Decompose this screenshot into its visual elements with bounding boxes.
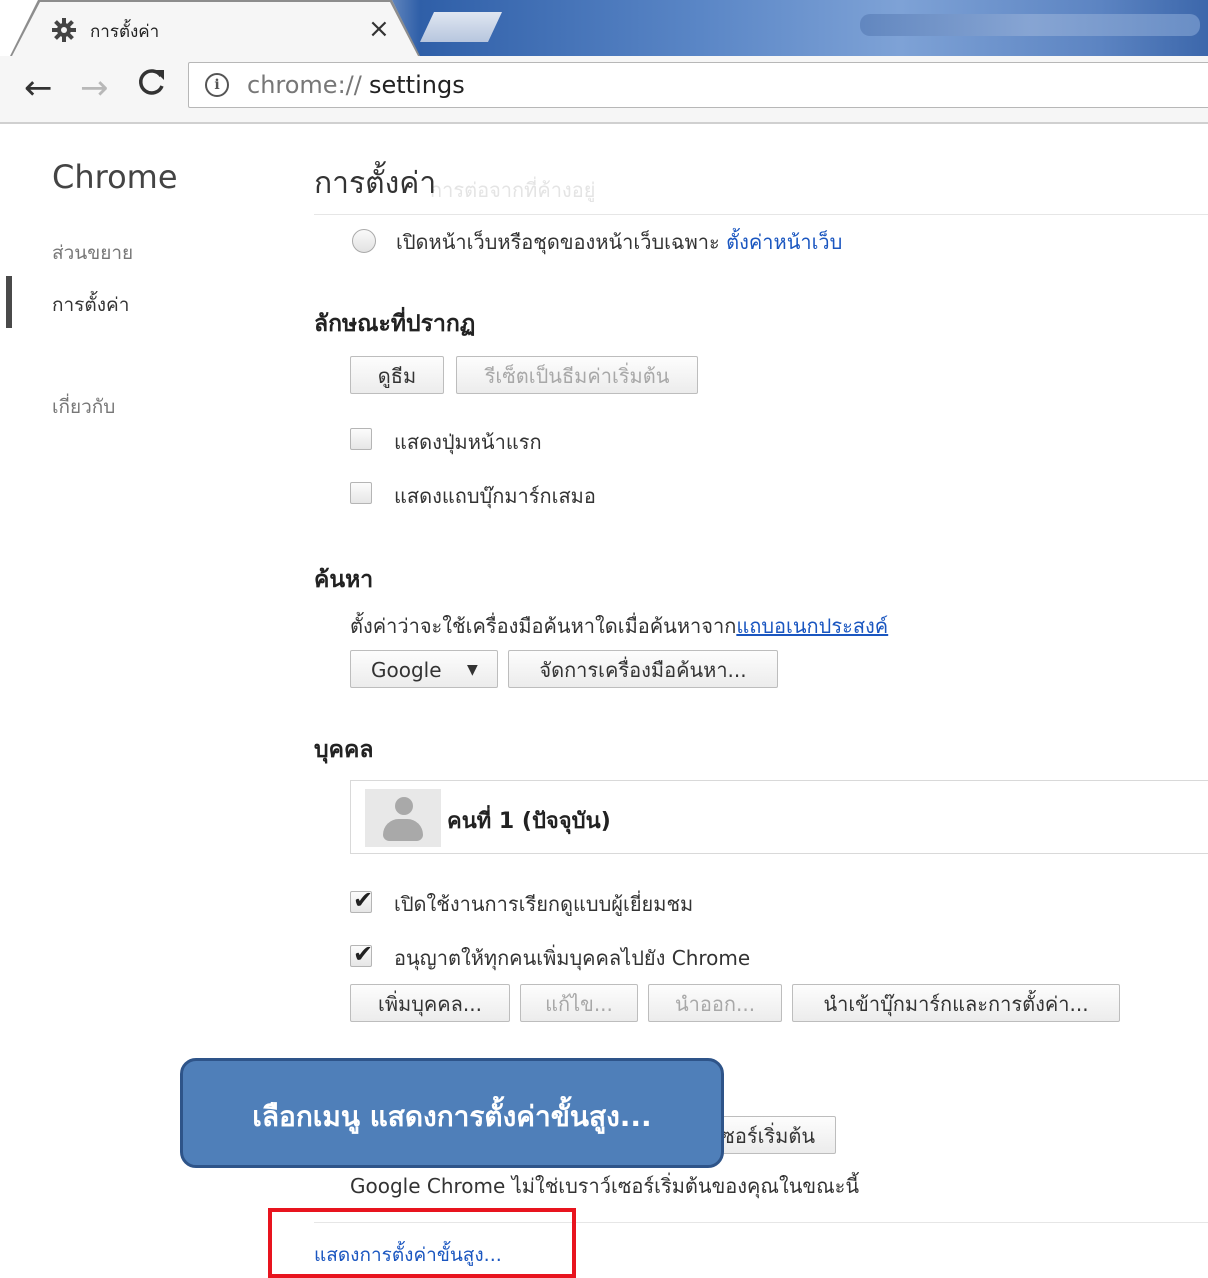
chevron-down-icon: ▼ xyxy=(467,662,478,678)
back-arrow-icon[interactable]: ← xyxy=(24,70,53,106)
avatar-head xyxy=(395,797,413,815)
people-heading: บุคคล xyxy=(314,737,374,763)
divider xyxy=(314,214,1208,215)
anyone-add-checkbox[interactable]: ✔ xyxy=(350,940,373,968)
callout-text: เลือกเมนู แสดงการตั้งค่าขั้นสูง... xyxy=(252,1100,652,1133)
instruction-callout: เลือกเมนู แสดงการตั้งค่าขั้นสูง... xyxy=(180,1058,724,1168)
toolbar: ← → i chrome:// settings xyxy=(0,56,1208,124)
get-themes-button[interactable]: ดูธีม xyxy=(350,356,444,394)
sidebar-item-settings[interactable]: การตั้งค่า xyxy=(52,290,129,320)
search-description-text: ตั้งค่าว่าจะใช้เครื่องมือค้นหาใดเมื่อค้น… xyxy=(350,614,737,638)
appearance-heading: ลักษณะที่ปรากฏ xyxy=(314,311,476,337)
startup-radio-text: เปิดหน้าเว็บหรือชุดของหน้าเว็บเฉพาะ xyxy=(396,230,720,254)
startup-radio-label: เปิดหน้าเว็บหรือชุดของหน้าเว็บเฉพาะ ตั้ง… xyxy=(396,226,842,258)
show-bookmarks-checkbox[interactable] xyxy=(350,482,372,504)
info-icon[interactable]: i xyxy=(205,73,229,97)
search-description: ตั้งค่าว่าจะใช้เครื่องมือค้นหาใดเมื่อค้น… xyxy=(350,610,888,642)
profile-name: คนที่ 1 (ปัจจุบัน) xyxy=(447,809,611,834)
default-browser-status: Google Chrome ไม่ใช่เบราว์เซอร์เริ่มต้นข… xyxy=(350,1174,860,1198)
import-bookmarks-button[interactable]: นำเข้าบุ๊กมาร์กและการตั้งค่า... xyxy=(792,984,1120,1022)
search-engine-value: Google xyxy=(371,658,442,682)
avatar xyxy=(365,789,441,847)
sidebar-item-about[interactable]: เกี่ยวกับ xyxy=(52,392,115,422)
show-home-checkbox[interactable] xyxy=(350,428,372,450)
edit-person-button[interactable]: แก้ไข... xyxy=(520,984,638,1022)
sidebar-title: Chrome xyxy=(52,158,178,196)
gear-icon xyxy=(52,18,76,42)
new-tab-button[interactable] xyxy=(420,12,502,42)
guest-browsing-checkbox[interactable]: ✔ xyxy=(350,886,373,914)
remove-person-button[interactable]: นำออก... xyxy=(648,984,782,1022)
highlight-box xyxy=(268,1208,576,1278)
reset-theme-button[interactable]: รีเซ็ตเป็นธีมค่าเริ่มต้น xyxy=(456,356,698,394)
omnibox-link[interactable]: แถบอเนกประสงค์ xyxy=(736,614,888,638)
anyone-add-label: อนุญาตให้ทุกคนเพิ่มบุคคลไปยัง Chrome xyxy=(394,946,751,970)
guest-browsing-label: เปิดใช้งานการเรียกดูแบบผู้เยี่ยมชม xyxy=(394,892,694,916)
search-heading: ค้นหา xyxy=(314,567,374,593)
show-home-label: แสดงปุ่มหน้าแรก xyxy=(394,430,542,454)
set-pages-link[interactable]: ตั้งค่าหน้าเว็บ xyxy=(726,230,842,254)
add-person-button[interactable]: เพิ่มบุคคล... xyxy=(350,984,510,1022)
startup-ghost-text: การต่อจากที่ค้างอยู่ xyxy=(430,178,596,202)
page-title: การตั้งค่า xyxy=(314,166,437,201)
url-scheme: chrome:// xyxy=(247,71,362,99)
address-bar[interactable]: i chrome:// settings xyxy=(188,62,1208,108)
forward-arrow-icon[interactable]: → xyxy=(80,70,109,106)
tab-title: การตั้งค่า xyxy=(90,22,160,42)
avatar-body xyxy=(383,819,423,841)
close-icon[interactable]: × xyxy=(368,14,390,44)
manage-search-engines-button[interactable]: จัดการเครื่องมือค้นหา... xyxy=(508,650,778,688)
reload-icon[interactable] xyxy=(136,66,166,109)
search-engine-select[interactable]: Google ▼ xyxy=(350,650,498,688)
tab-strip: การตั้งค่า × xyxy=(0,0,1208,56)
sidebar-item-extensions[interactable]: ส่วนขยาย xyxy=(52,238,133,268)
checkmark-icon: ✔ xyxy=(353,940,374,968)
url-host: settings xyxy=(369,71,465,99)
window-title-blur xyxy=(860,14,1200,36)
profile-list[interactable]: คนที่ 1 (ปัจจุบัน) xyxy=(350,780,1208,854)
sidebar-active-indicator xyxy=(6,276,12,328)
show-bookmarks-label: แสดงแถบบุ๊กมาร์กเสมอ xyxy=(394,484,596,508)
startup-specific-pages-radio[interactable] xyxy=(352,229,376,253)
checkmark-icon: ✔ xyxy=(353,886,374,914)
